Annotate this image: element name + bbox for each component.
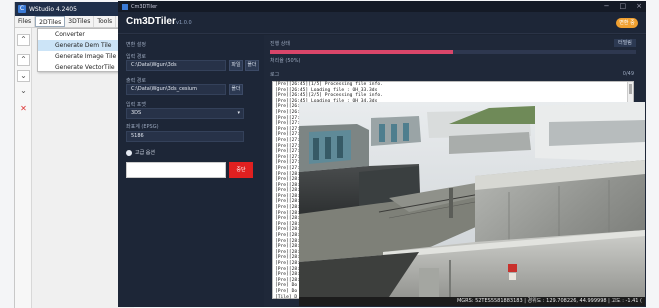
wstudio-title-bar: C WStudio 4.2405 bbox=[15, 2, 135, 16]
menu-tools[interactable]: Tools bbox=[94, 16, 117, 27]
command-input[interactable] bbox=[126, 162, 226, 178]
dropdown-item-label: Converter bbox=[55, 31, 85, 38]
advanced-options-label: 고급 옵션 bbox=[135, 150, 155, 156]
epsg-field[interactable]: 5186 bbox=[126, 131, 244, 142]
status-heading: 진행 상태 bbox=[270, 41, 290, 47]
app-version: v1.0.0 bbox=[176, 20, 192, 26]
format-select-value: 3DS bbox=[131, 110, 142, 116]
log-heading: 로그 bbox=[270, 72, 280, 78]
input-folder-button[interactable]: 폴더 bbox=[245, 60, 259, 71]
close-icon[interactable]: ✕ bbox=[17, 104, 30, 116]
input-file-button[interactable]: 파일 bbox=[229, 60, 243, 71]
output-path-field[interactable]: C:\Data\Wgun\3ds_cesium bbox=[126, 84, 226, 95]
output-path-label: 출력 경로 bbox=[126, 78, 146, 84]
app-title: Cm3DTiler bbox=[126, 16, 176, 27]
stop-button[interactable]: 중단 bbox=[229, 162, 253, 178]
epsg-label: 좌표계 (EPSG) bbox=[126, 124, 159, 130]
dropdown-item-label: Generate Image Tile bbox=[55, 53, 117, 60]
settings-panel: 변환 설정 입력 경로 C:\Data\Wgun\3ds 파일 폴더 출력 경로… bbox=[118, 35, 264, 307]
3d-scene-render bbox=[299, 102, 645, 306]
app-logo-icon bbox=[122, 3, 128, 10]
wstudio-logo-icon: C bbox=[18, 5, 26, 13]
window-title: Cm3DTiler bbox=[131, 3, 158, 10]
chevron-double-down-icon[interactable]: ⌄ bbox=[17, 86, 30, 98]
input-path-field[interactable]: C:\Data\Wgun\3ds bbox=[126, 60, 226, 71]
chevron-down-icon[interactable]: ⌄ bbox=[17, 70, 30, 82]
radio-icon bbox=[126, 149, 132, 156]
wstudio-side-toolbar: ⌃ ⌃ ⌄ ⌄ ✕ bbox=[15, 28, 32, 308]
progress-bar bbox=[270, 50, 636, 54]
chevron-down-icon: ▾ bbox=[237, 110, 240, 116]
log-count: 0/49 bbox=[622, 71, 634, 77]
chevron-double-up-icon[interactable]: ⌃ bbox=[17, 34, 30, 46]
chevron-up-icon[interactable]: ⌃ bbox=[17, 54, 30, 66]
minimize-button[interactable]: − bbox=[604, 1, 610, 12]
dropdown-item-label: Generate VectorTile bbox=[55, 64, 115, 71]
status-badge: 변환 중 bbox=[616, 18, 638, 28]
format-label: 입력 포맷 bbox=[126, 102, 146, 108]
viewer-status-bar: MGRS: 52TES5581883183 | 경위도 : 129.708226… bbox=[299, 297, 645, 306]
progress-text: 처리율 (50%) bbox=[270, 58, 301, 64]
dropdown-item-label: Generate Dem Tile bbox=[55, 42, 112, 49]
menu-files[interactable]: Files bbox=[15, 16, 36, 27]
3d-viewer[interactable]: MGRS: 52TES5581883183 | 경위도 : 129.708226… bbox=[299, 102, 645, 306]
settings-heading: 변환 설정 bbox=[126, 42, 146, 48]
status-action-button[interactable]: 터밀림 bbox=[614, 39, 636, 47]
maximize-button[interactable]: □ bbox=[620, 1, 627, 12]
menu-3dtiles[interactable]: 3DTiles bbox=[65, 16, 95, 27]
close-window-button[interactable]: × bbox=[636, 1, 642, 12]
wstudio-window: C WStudio 4.2405 Files 2DTiles 3DTiles T… bbox=[14, 2, 135, 308]
app-header: Cm3DTiler v1.0.0 변환 중 bbox=[118, 12, 646, 34]
advanced-options-toggle[interactable]: 고급 옵션 bbox=[126, 149, 155, 156]
menu-2dtiles[interactable]: 2DTiles bbox=[35, 16, 66, 27]
progress-fill bbox=[270, 50, 453, 54]
wstudio-title: WStudio 4.2405 bbox=[29, 5, 77, 13]
window-controls: − □ × bbox=[604, 1, 642, 12]
cm3dtiler-title-bar: Cm3DTiler − □ × bbox=[118, 1, 646, 12]
wstudio-menu-bar: Files 2DTiles 3DTiles Tools bbox=[15, 16, 135, 28]
format-select[interactable]: 3DS ▾ bbox=[126, 108, 244, 119]
input-path-label: 입력 경로 bbox=[126, 54, 146, 60]
log-scroll-thumb[interactable] bbox=[629, 84, 632, 94]
output-folder-button[interactable]: 폴더 bbox=[229, 84, 243, 95]
